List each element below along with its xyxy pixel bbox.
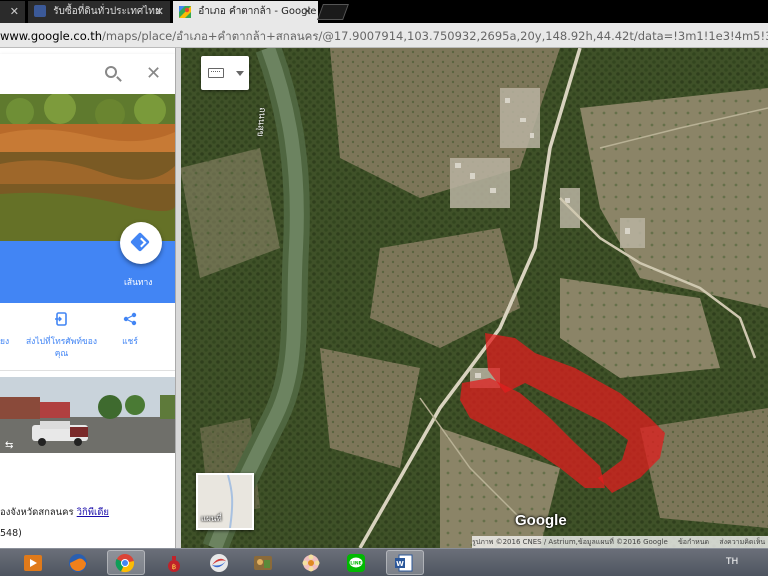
money-bag-icon: ฿	[168, 556, 180, 572]
terms-link[interactable]: ข้อกำหนด	[678, 538, 709, 546]
street-view-thumbnail[interactable]	[0, 377, 175, 453]
riverbank-photo	[0, 94, 175, 241]
description-text: องจังหวัดสกลนคร	[0, 507, 74, 518]
taskbar-media-player[interactable]	[15, 550, 53, 575]
taskbar-opera[interactable]	[201, 550, 239, 575]
street-view-photo	[0, 377, 175, 453]
address-bar[interactable]: www.google.co.th/maps/place/อำเภอ+คำตากล…	[0, 23, 768, 48]
line-icon: LINE	[347, 554, 365, 572]
taskbar-chrome[interactable]	[107, 550, 145, 575]
chrome-icon	[115, 554, 135, 573]
flower-icon	[302, 554, 320, 572]
firefox-icon	[69, 554, 87, 572]
chevron-down-icon	[236, 71, 244, 76]
tab-1[interactable]: ✕	[0, 1, 25, 23]
tab-close-icon[interactable]: ✕	[155, 1, 164, 23]
new-tab-button[interactable]	[317, 4, 349, 20]
svg-text:LINE: LINE	[350, 561, 361, 567]
share-label: แชร์	[122, 337, 138, 347]
send-to-phone-icon	[55, 312, 67, 326]
coordinate-snippet: 548)	[0, 528, 22, 539]
tab-google-maps[interactable]: อำเภอ คำตากล้า - Google Map ✕	[173, 1, 318, 23]
taskbar-flower[interactable]	[293, 550, 331, 575]
facebook-icon	[34, 5, 46, 17]
opera-icon	[210, 554, 228, 572]
tab-facebook[interactable]: รับซื้อที่ดินทั่วประเทศไทย ✕	[28, 1, 170, 23]
tab-strip: ✕ รับซื้อที่ดินทั่วประเทศไทย ✕ อำเภอ คำต…	[0, 0, 768, 23]
photo-app-icon	[254, 556, 272, 570]
place-description: องจังหวัดสกลนคร วิกิพีเดีย	[0, 505, 109, 520]
word-icon: W	[395, 554, 413, 572]
google-logo: Google	[515, 512, 567, 529]
language-indicator[interactable]: TH	[726, 557, 738, 567]
taskbar-line[interactable]: LINE	[338, 550, 376, 575]
taskbar-word[interactable]: W	[386, 550, 424, 575]
directions-button[interactable]	[120, 222, 162, 264]
share-icon	[123, 312, 137, 326]
place-panel: ✕ เส้นทาง ยง ส่งไปที่โทรศัพท์ของคุณ แชร์…	[0, 48, 175, 548]
tab-close-icon[interactable]: ✕	[303, 1, 312, 23]
tab-title: รับซื้อที่ดินทั่วประเทศไทย	[53, 6, 161, 17]
close-icon[interactable]: ✕	[146, 63, 161, 84]
panel-collapse-bar[interactable]	[175, 48, 181, 548]
url-path: /maps/place/อำเภอ+คำตากล้า+สกลนคร/@17.90…	[102, 29, 768, 43]
search-box[interactable]: ✕	[0, 54, 175, 94]
road-label: ถนนสุข	[254, 106, 268, 138]
feedback-link[interactable]: ส่งความคิดเห็น	[719, 538, 765, 546]
taskbar-money-bag[interactable]: ฿	[156, 550, 194, 575]
search-icon[interactable]	[105, 66, 117, 78]
send-to-phone-label: ส่งไปที่โทรศัพท์ของคุณ	[25, 337, 97, 359]
wikipedia-link[interactable]: วิกิพีเดีย	[77, 507, 109, 518]
attribution-text: รูปภาพ ©2016 CNES / Astrium,ข้อมูลแผนที่…	[472, 538, 668, 546]
action-row: ยง ส่งไปที่โทรศัพท์ของคุณ แชร์	[0, 303, 175, 371]
map-attribution: รูปภาพ ©2016 CNES / Astrium,ข้อมูลแผนที่…	[472, 536, 768, 548]
google-maps-icon	[179, 5, 191, 18]
media-player-icon	[24, 555, 42, 571]
street-view-icon: ⇆	[5, 440, 14, 451]
svg-text:฿: ฿	[172, 563, 176, 571]
layer-toggle-button[interactable]	[201, 56, 249, 90]
tab-close-icon[interactable]: ✕	[10, 1, 19, 23]
minimap-toggle[interactable]: แผนที่	[196, 473, 254, 530]
taskbar-photo-app[interactable]	[245, 550, 283, 575]
url-host: www.google.co.th	[0, 29, 103, 43]
tab-title: อำเภอ คำตากล้า - Google Map	[198, 6, 318, 17]
keyboard-icon	[208, 68, 224, 78]
svg-text:W: W	[396, 560, 404, 568]
place-photo[interactable]	[0, 94, 175, 241]
minimap-label: แผนที่	[201, 514, 222, 523]
url-text[interactable]: www.google.co.th/maps/place/อำเภอ+คำตากล…	[0, 28, 768, 46]
save-label: ยง	[0, 337, 10, 347]
taskbar-firefox[interactable]	[60, 550, 98, 575]
directions-label: เส้นทาง	[124, 278, 153, 288]
screen: ✕ รับซื้อที่ดินทั่วประเทศไทย ✕ อำเภอ คำต…	[0, 0, 768, 576]
taskbar: ฿ LINE W TH	[0, 548, 768, 576]
